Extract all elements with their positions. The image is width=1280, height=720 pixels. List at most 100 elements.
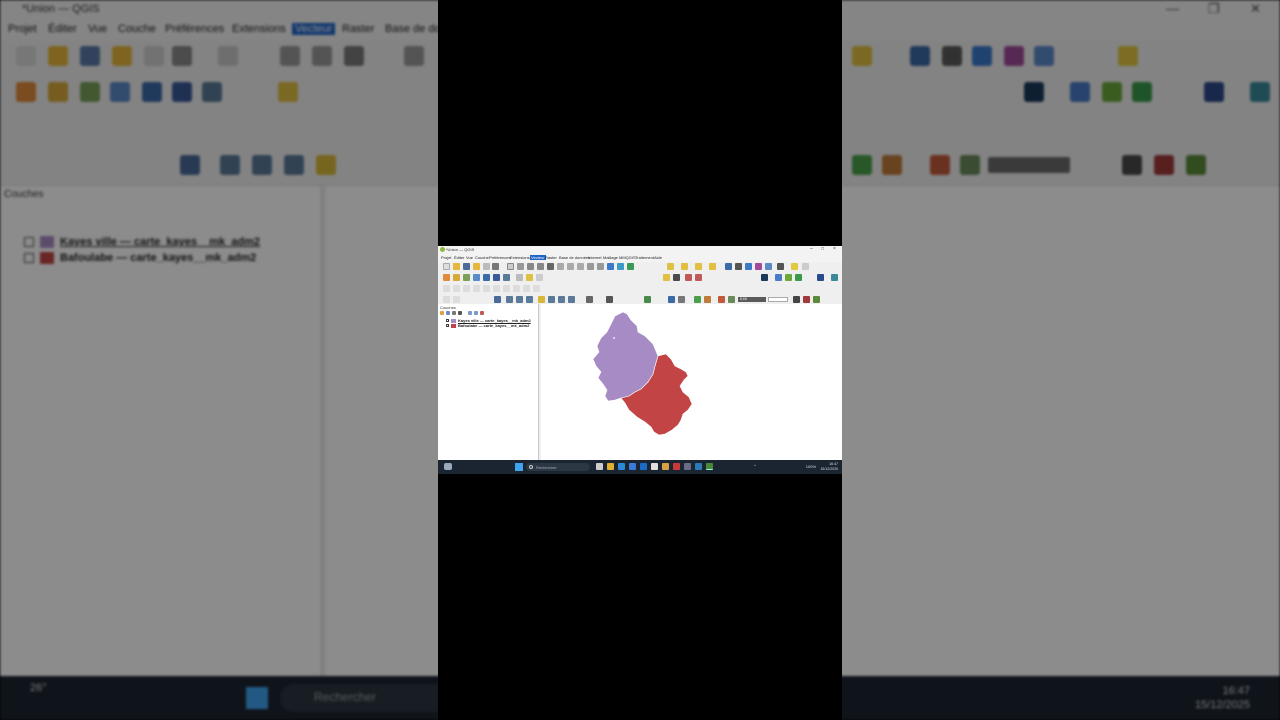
expand-icon[interactable]: [468, 311, 472, 315]
style-icon[interactable]: [440, 311, 444, 315]
menu-maillage[interactable]: Maillage: [603, 255, 618, 260]
measure-icon[interactable]: [777, 263, 784, 270]
highlight-icon[interactable]: [663, 274, 670, 281]
add-raster-icon[interactable]: [493, 274, 500, 281]
geo-tool-icon[interactable]: [644, 296, 651, 303]
deselect-icon[interactable]: [695, 263, 702, 270]
measure-area-icon[interactable]: [803, 296, 810, 303]
windows-start-icon[interactable]: [515, 463, 523, 471]
zoom-selection-icon[interactable]: [557, 263, 564, 270]
annotation-icon[interactable]: [802, 263, 809, 270]
zoom-out-icon[interactable]: [537, 263, 544, 270]
save-project-icon[interactable]: [463, 263, 470, 270]
menu-traitement[interactable]: Traitement: [635, 255, 654, 260]
toggle-editing-icon[interactable]: [526, 274, 533, 281]
statistics-icon[interactable]: [755, 263, 762, 270]
layout-manager-icon[interactable]: [492, 263, 499, 270]
manage-themes-icon[interactable]: [452, 311, 456, 315]
weather-icon[interactable]: [444, 463, 452, 470]
save-edits-icon[interactable]: [536, 274, 543, 281]
zoom-in-icon[interactable]: [527, 263, 534, 270]
zoom-next-icon[interactable]: [597, 263, 604, 270]
menu-vue[interactable]: Vue: [466, 255, 473, 260]
pan-to-selection-icon[interactable]: [517, 263, 524, 270]
select-features-icon[interactable]: [667, 263, 674, 270]
add-db-layer-icon[interactable]: [483, 274, 490, 281]
label-tool-icon[interactable]: [494, 296, 501, 303]
map-layout-icon[interactable]: [718, 296, 725, 303]
scale-field[interactable]: 8,68: [738, 297, 766, 302]
app-icon-4[interactable]: [662, 463, 669, 470]
app-icon-7[interactable]: [695, 463, 702, 470]
task-view-icon[interactable]: [596, 463, 603, 470]
hand-tool-icon[interactable]: [678, 296, 685, 303]
add-delimited-text-icon[interactable]: [463, 274, 470, 281]
digitize-icon[interactable]: [473, 274, 480, 281]
show-hide-label-icon[interactable]: [548, 296, 555, 303]
globe-icon[interactable]: [761, 274, 768, 281]
current-edits-icon[interactable]: [516, 274, 523, 281]
print-layout-icon[interactable]: [483, 263, 490, 270]
filter-icon[interactable]: [458, 311, 462, 315]
select-value-icon[interactable]: [681, 263, 688, 270]
close-icon[interactable]: ×: [833, 246, 836, 252]
pin-label-icon[interactable]: [538, 296, 545, 303]
layer-item-bafoulabe[interactable]: ✓ Bafoulabe — carte_kayes__mk_adm2: [446, 323, 529, 328]
menu-base-de-donnees[interactable]: Base de données: [559, 255, 590, 260]
tool-icon[interactable]: [831, 274, 838, 281]
data-source-manager-icon[interactable]: [443, 274, 450, 281]
app-icon-6[interactable]: [684, 463, 691, 470]
zoom-layer-icon[interactable]: [567, 263, 574, 270]
text-tool-icon[interactable]: [568, 296, 575, 303]
chevron-up-icon[interactable]: ^: [754, 463, 756, 468]
menu-vecteur[interactable]: Vecteur: [530, 255, 546, 260]
save-as-icon[interactable]: [473, 263, 480, 270]
info-icon[interactable]: [668, 296, 675, 303]
add-group-icon[interactable]: [446, 311, 450, 315]
edit-attributes-icon[interactable]: [704, 296, 711, 303]
zoom-native-icon[interactable]: [577, 263, 584, 270]
new-map-view-icon[interactable]: [607, 263, 614, 270]
layer-checkbox-icon[interactable]: ✓: [446, 319, 450, 323]
change-label-icon[interactable]: [526, 296, 533, 303]
menu-extensions[interactable]: Extensions: [510, 255, 530, 260]
layer-checkbox-icon[interactable]: ✓: [446, 324, 450, 328]
measure-line-icon[interactable]: [793, 296, 800, 303]
table-icon[interactable]: [765, 263, 772, 270]
zoom-last-icon[interactable]: [587, 263, 594, 270]
collapse-icon[interactable]: [474, 311, 478, 315]
add-feature-icon[interactable]: [694, 296, 701, 303]
menu-projet[interactable]: Projet: [441, 255, 451, 260]
attribute-table-icon[interactable]: [735, 263, 742, 270]
maximize-icon[interactable]: □: [821, 246, 824, 252]
visibility-icon[interactable]: [606, 296, 613, 303]
remove-icon[interactable]: [685, 274, 692, 281]
menu-preferences[interactable]: Préférences: [489, 255, 511, 260]
delete-icon[interactable]: [695, 274, 702, 281]
add-vector-layer-icon[interactable]: [453, 274, 460, 281]
plugin-icon[interactable]: [785, 274, 792, 281]
map-canvas[interactable]: [541, 304, 842, 460]
zoom-map-icon[interactable]: [728, 296, 735, 303]
new-project-icon[interactable]: [443, 263, 450, 270]
zoom-full-icon[interactable]: [547, 263, 554, 270]
menu-mmqgis[interactable]: MMQGIS: [619, 255, 636, 260]
menu-couche[interactable]: Couche: [475, 255, 489, 260]
app-icon-2[interactable]: [640, 463, 647, 470]
menu-raster[interactable]: Raster: [545, 255, 557, 260]
menu-aide[interactable]: Aide: [654, 255, 662, 260]
refresh-icon[interactable]: [627, 263, 634, 270]
toolbox-icon[interactable]: [745, 263, 752, 270]
identify-icon[interactable]: [725, 263, 732, 270]
annotation-tool-icon[interactable]: [586, 296, 593, 303]
move-label-icon[interactable]: [506, 296, 513, 303]
minimize-icon[interactable]: –: [810, 246, 813, 252]
tag-icon[interactable]: [673, 274, 680, 281]
qgis-taskbar-icon[interactable]: [706, 463, 713, 470]
search-tool-icon[interactable]: [813, 296, 820, 303]
taskbar-clock[interactable]: 16:47 15/12/2025: [820, 462, 838, 472]
app-icon-1[interactable]: [629, 463, 636, 470]
taskbar-search-box[interactable]: Rechercher: [526, 463, 590, 471]
app-icon-5[interactable]: [673, 463, 680, 470]
select-location-icon[interactable]: [709, 263, 716, 270]
